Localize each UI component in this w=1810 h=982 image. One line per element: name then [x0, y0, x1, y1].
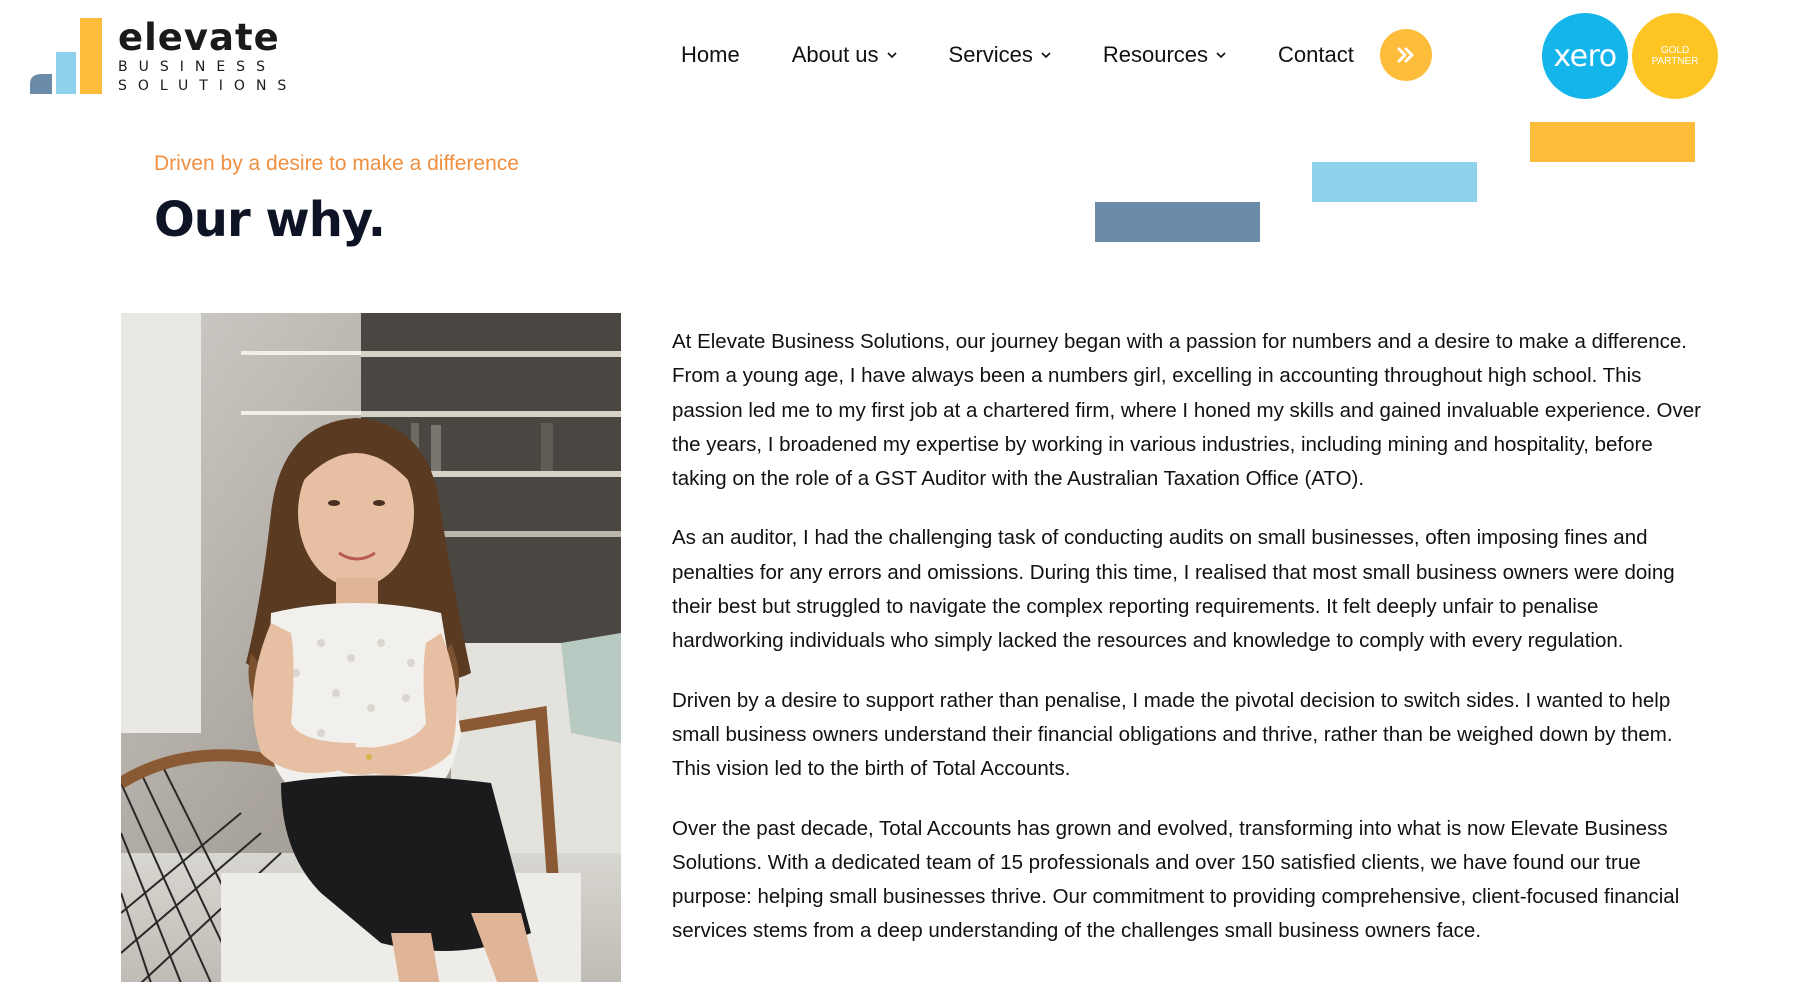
logo-wordmark: elevate: [118, 16, 280, 59]
logo-subtitle-line1: BUSINESS: [118, 59, 276, 75]
section-eyebrow: Driven by a desire to make a difference: [154, 152, 519, 175]
nav-item-home[interactable]: Home: [681, 42, 740, 68]
paragraph-growth: Over the past decade, Total Accounts has…: [672, 816, 1680, 943]
logo-text: elevate BUSINESS SOLUTIONS: [118, 18, 297, 96]
gold-partner-line1: GOLD: [1660, 45, 1690, 56]
nav-item-resources[interactable]: Resources: [1103, 42, 1226, 68]
paragraph-switch-sides: Driven by a desire to support rather tha…: [672, 688, 1673, 781]
gold-partner-badge: GOLD PARTNER: [1632, 13, 1718, 99]
nav-item-contact[interactable]: Contact: [1278, 42, 1354, 68]
double-chevron-right-icon: [1397, 47, 1414, 63]
paragraph-journey: At Elevate Business Solutions, our journ…: [672, 330, 1701, 491]
main-nav: Home About us Services Resources Contact: [681, 29, 1432, 81]
nav-item-services[interactable]: Services: [949, 42, 1051, 68]
chevron-down-icon: [886, 52, 897, 59]
about-content: At Elevate Business Solutions, our journ…: [672, 325, 1702, 974]
paragraph-auditor: As an auditor, I had the challenging tas…: [672, 526, 1675, 653]
logo-bars-icon: [30, 18, 102, 94]
xero-logo: xero: [1542, 13, 1628, 99]
founder-photo: [121, 313, 621, 982]
gold-partner-line2: PARTNER: [1651, 56, 1699, 67]
nav-item-label: Services: [948, 42, 1033, 67]
decorative-bar-light-blue: [1312, 162, 1477, 202]
chevron-down-icon: [1216, 52, 1226, 59]
nav-item-label: Resources: [1102, 42, 1209, 67]
logo-link[interactable]: elevate BUSINESS SOLUTIONS: [30, 16, 320, 96]
nav-item-label: Home: [681, 42, 740, 67]
cta-button[interactable]: [1379, 29, 1432, 81]
founder-photo-illustration: [121, 313, 621, 982]
xero-label: xero: [1553, 38, 1617, 74]
nav-item-about-us[interactable]: About us: [792, 42, 897, 68]
logo-subtitle-line2: SOLUTIONS: [118, 78, 298, 94]
decorative-bar-steel: [1095, 202, 1260, 242]
decorative-bar-yellow: [1530, 122, 1695, 162]
nav-item-label: Contact: [1278, 42, 1354, 67]
page-title: Our why.: [154, 192, 386, 248]
chevron-down-icon: [1041, 52, 1051, 59]
nav-item-label: About us: [791, 42, 879, 67]
